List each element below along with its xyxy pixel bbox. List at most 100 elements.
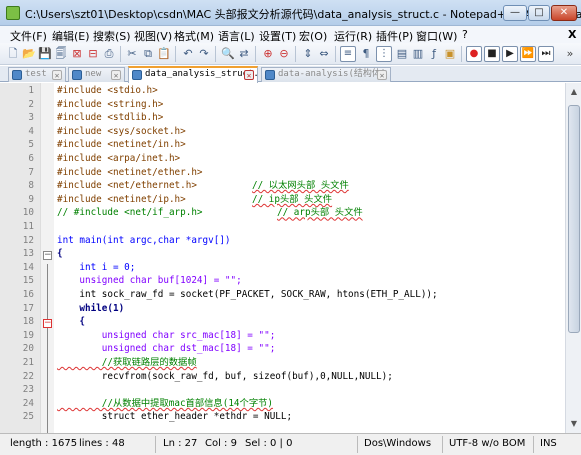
zoom-in-icon[interactable]: ⊕ xyxy=(260,46,276,62)
menu-file[interactable]: 文件(F) xyxy=(10,28,47,44)
close-window-button[interactable]: ✕ xyxy=(551,5,577,21)
save-icon[interactable]: 💾 xyxy=(37,46,53,62)
new-file-icon[interactable]: 🗋 xyxy=(5,46,21,62)
minimize-button[interactable]: — xyxy=(503,5,527,21)
tab-close-icon[interactable]: ✕ xyxy=(111,70,121,80)
code-line: 7 #include <netinet/ether.h> xyxy=(0,166,565,180)
line-text: unsigned char buf[1024] = ""; xyxy=(57,275,242,287)
code-line: 17 while(1) xyxy=(0,302,565,316)
line-number: 3 xyxy=(28,112,34,124)
play-macro-icon[interactable]: ▶ xyxy=(502,46,518,62)
line-comment: // 以太网头部 头文件 xyxy=(252,180,349,192)
line-number: 13 xyxy=(22,248,34,260)
code-editor[interactable]: − − 1 #include <stdio.h> 2 #include <strin… xyxy=(0,83,581,433)
code-line: 10 // #include <net/if_arp.h> // arp头部 头文件 xyxy=(0,206,565,220)
code-line: 19 unsigned char src_mac[18] = ""; xyxy=(0,329,565,343)
menu-edit[interactable]: 编辑(E) xyxy=(52,28,90,44)
menu-help[interactable]: ? xyxy=(462,28,468,41)
record-macro-icon[interactable]: ● xyxy=(466,46,482,62)
line-text: #include <netinet/in.h> xyxy=(57,139,186,151)
stop-record-icon[interactable]: ■ xyxy=(484,46,500,62)
close-document-x[interactable]: X xyxy=(568,28,576,41)
toolbar-separator xyxy=(175,46,176,62)
line-text: #include <net/ethernet.h> xyxy=(57,180,197,192)
tab-close-icon[interactable]: ✕ xyxy=(244,70,254,80)
code-line: 1 #include <stdio.h> xyxy=(0,84,565,98)
line-text: #include <netinet/ip.h> xyxy=(57,193,186,205)
line-text: recvfrom(sock_raw_fd, buf, sizeof(buf),0… xyxy=(57,370,393,382)
tab-test[interactable]: test ✕ xyxy=(8,67,66,82)
indent-guide-icon[interactable]: ⋮ xyxy=(376,46,392,62)
function-list-icon[interactable]: ƒ xyxy=(426,46,442,62)
open-file-icon[interactable]: 📂 xyxy=(21,46,37,62)
code-line: 24 //从数据中提取mac首部信息(14个字节) xyxy=(0,397,565,411)
tab-close-icon[interactable]: ✕ xyxy=(377,70,387,80)
tab-new[interactable]: new ✕ xyxy=(68,67,125,82)
tab-data-analysis-struct-cn[interactable]: data-analysis(结构体) ✕ xyxy=(261,67,391,82)
status-encoding: UTF-8 w/o BOM xyxy=(449,438,526,449)
toolbar-overflow-icon[interactable]: » xyxy=(562,46,578,62)
scrollbar-thumb[interactable] xyxy=(568,105,580,333)
line-number: 1 xyxy=(28,85,34,96)
toolbar-separator xyxy=(295,46,296,62)
line-number: 17 xyxy=(22,302,34,314)
menu-settings[interactable]: 设置(T) xyxy=(259,28,296,44)
toolbar-separator xyxy=(335,46,336,62)
status-separator xyxy=(533,436,534,453)
notepadpp-app-icon[interactable] xyxy=(6,6,20,20)
menu-search[interactable]: 搜索(S) xyxy=(93,28,131,44)
show-all-chars-icon[interactable]: ¶ xyxy=(358,46,374,62)
print-icon[interactable]: ⎙ xyxy=(101,46,117,62)
menu-language[interactable]: 语言(L) xyxy=(218,28,255,44)
redo-icon[interactable]: ↷ xyxy=(196,46,212,62)
close-icon[interactable]: ⊠ xyxy=(69,46,85,62)
line-text: #include <netinet/ether.h> xyxy=(57,166,203,178)
folder-workspace-icon[interactable]: ▣ xyxy=(442,46,458,62)
tab-data-analysis-struct[interactable]: data_analysis_struct. ✕ xyxy=(128,66,259,83)
line-text: //获取链路层的数据帧 xyxy=(57,357,197,368)
maximize-button[interactable]: □ xyxy=(528,5,550,21)
cut-icon[interactable]: ✂ xyxy=(124,46,140,62)
sync-v-icon[interactable]: ⇕ xyxy=(300,46,316,62)
undo-icon[interactable]: ↶ xyxy=(180,46,196,62)
replace-icon[interactable]: ⇄ xyxy=(236,46,252,62)
code-line: 14 int i = 0; xyxy=(0,261,565,275)
line-number: 19 xyxy=(22,329,34,341)
menu-macro[interactable]: 宏(O) xyxy=(299,28,327,44)
line-number: 11 xyxy=(22,221,34,232)
word-wrap-icon[interactable]: ≡ xyxy=(340,46,356,62)
status-bar: length : 1675 lines : 48 Ln : 27 Col : 9… xyxy=(0,433,581,455)
udl-icon[interactable]: ▤ xyxy=(394,46,410,62)
status-column: Col : 9 xyxy=(205,438,237,449)
file-saved-icon xyxy=(72,70,82,80)
menu-bar: 文件(F) 编辑(E) 搜索(S) 视图(V) 格式(M) 语言(L) 设置(T… xyxy=(0,26,581,43)
zoom-out-icon[interactable]: ⊖ xyxy=(276,46,292,62)
menu-plugins[interactable]: 插件(P) xyxy=(376,28,413,44)
copy-icon[interactable]: ⧉ xyxy=(140,46,156,62)
line-number: 18 xyxy=(22,316,34,328)
close-all-icon[interactable]: ⊟ xyxy=(85,46,101,62)
menu-run[interactable]: 运行(R) xyxy=(334,28,372,44)
menu-window[interactable]: 窗口(W) xyxy=(416,28,457,44)
play-multiple-icon[interactable]: ⏩ xyxy=(520,46,536,62)
line-number: 14 xyxy=(22,261,34,273)
save-macro-icon[interactable]: ⏭ xyxy=(538,46,554,62)
find-icon[interactable]: 🔍 xyxy=(220,46,236,62)
save-all-icon[interactable]: 🗐 xyxy=(53,46,69,62)
line-text: { xyxy=(57,316,85,328)
line-number: 24 xyxy=(22,397,34,409)
menu-view[interactable]: 视图(V) xyxy=(134,28,172,44)
doc-map-icon[interactable]: ▥ xyxy=(410,46,426,62)
menu-format[interactable]: 格式(M) xyxy=(174,28,214,44)
scroll-down-icon[interactable]: ▼ xyxy=(567,417,581,431)
status-separator xyxy=(155,436,156,453)
scroll-up-icon[interactable]: ▲ xyxy=(567,85,581,99)
code-line: 18 { xyxy=(0,315,565,329)
line-text: { xyxy=(57,248,63,260)
paste-icon[interactable]: 📋 xyxy=(156,46,172,62)
tab-close-icon[interactable]: ✕ xyxy=(52,70,62,80)
vertical-scrollbar[interactable]: ▲ ▼ xyxy=(565,83,581,433)
title-bar: C:\Users\szt01\Desktop\csdn\MAC 头部报文分析源代… xyxy=(0,0,581,26)
sync-h-icon[interactable]: ⇔ xyxy=(316,46,332,62)
line-number: 21 xyxy=(22,357,34,368)
